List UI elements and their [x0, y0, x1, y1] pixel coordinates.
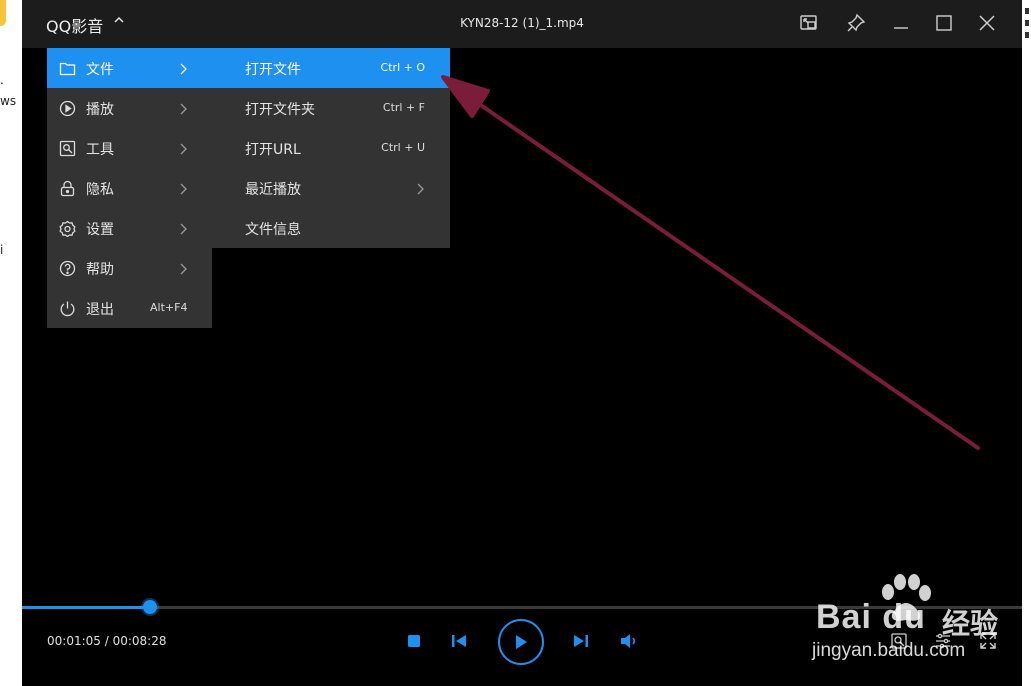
- submenu-item-open-file[interactable]: 打开文件 Ctrl + O: [212, 48, 450, 88]
- submenu-item-label: 最近播放: [245, 182, 301, 198]
- lock-icon: [59, 180, 76, 197]
- submenu-item-label: 文件信息: [245, 222, 301, 238]
- baidu-jingyan-watermark: Bai du 经验 jingyan.baidu.com: [792, 570, 1031, 670]
- menu-item-help[interactable]: 帮助: [47, 248, 212, 288]
- next-icon[interactable]: [571, 631, 591, 651]
- submenu-item-label: 打开URL: [245, 142, 301, 158]
- menu-item-label: 退出: [86, 302, 114, 318]
- desktop-label-fragment: ws: [0, 94, 17, 108]
- progress-fill: [22, 606, 150, 609]
- gear-icon: [59, 220, 76, 238]
- previous-icon[interactable]: [449, 631, 469, 651]
- chevron-right-icon: [178, 101, 188, 115]
- time-display: 00:01:05 / 00:08:28: [47, 634, 167, 648]
- desktop-background-right: [1022, 0, 1031, 686]
- submenu-item-shortcut: Ctrl + F: [382, 101, 425, 114]
- tools-icon: [59, 140, 76, 157]
- folder-icon: [59, 60, 76, 77]
- submenu-item-label: 打开文件: [245, 62, 301, 78]
- desktop-folder-icon[interactable]: [0, 0, 6, 26]
- chevron-right-icon: [415, 181, 425, 195]
- menu-item-play[interactable]: 播放: [47, 88, 212, 128]
- stop-icon[interactable]: [404, 631, 424, 651]
- submenu-item-open-url[interactable]: 打开URL Ctrl + U: [212, 128, 450, 168]
- submenu-item-recent[interactable]: 最近播放: [212, 168, 450, 208]
- file-submenu: 打开文件 Ctrl + O 打开文件夹 Ctrl + F 打开URL Ctrl …: [212, 48, 450, 248]
- chevron-right-icon: [178, 221, 188, 235]
- desktop-fragment: [1025, 8, 1029, 14]
- desktop-background: . ws i: [0, 0, 22, 686]
- title-bar[interactable]: QQ影音 KYN28-12 (1)_1.mp4: [22, 0, 1022, 48]
- menu-item-label: 工具: [86, 142, 114, 158]
- desktop-label-fragment: i: [0, 243, 4, 257]
- power-icon: [59, 300, 76, 317]
- chevron-right-icon: [178, 141, 188, 155]
- progress-handle[interactable]: [143, 600, 157, 614]
- desktop-fragment: [1025, 32, 1029, 38]
- menu-item-exit[interactable]: 退出 Alt+F4: [47, 288, 212, 328]
- player-window: QQ影音 KYN28-12 (1)_1.mp4 文件 播放 工具 隐私 设置 帮…: [22, 0, 1022, 686]
- submenu-item-file-info[interactable]: 文件信息: [212, 208, 450, 248]
- desktop-fragment: [1025, 20, 1029, 26]
- chevron-right-icon: [178, 181, 188, 195]
- mini-player-icon[interactable]: [796, 10, 822, 36]
- equalizer-icon[interactable]: [932, 630, 954, 652]
- menu-item-privacy[interactable]: 隐私: [47, 168, 212, 208]
- desktop-label-fragment: .: [0, 73, 4, 87]
- submenu-item-label: 打开文件夹: [245, 102, 315, 118]
- menu-item-label: 播放: [86, 102, 114, 118]
- fullscreen-icon[interactable]: [977, 630, 999, 652]
- menu-item-label: 帮助: [86, 262, 114, 278]
- screenshot-icon[interactable]: [888, 630, 910, 652]
- submenu-item-open-folder[interactable]: 打开文件夹 Ctrl + F: [212, 88, 450, 128]
- close-icon[interactable]: [974, 10, 1000, 36]
- menu-item-label: 设置: [86, 222, 114, 238]
- menu-item-file[interactable]: 文件: [47, 48, 212, 88]
- progress-bar[interactable]: [22, 600, 1022, 614]
- menu-item-tools[interactable]: 工具: [47, 128, 212, 168]
- volume-icon[interactable]: [619, 631, 641, 651]
- chevron-right-icon: [178, 261, 188, 275]
- submenu-item-shortcut: Ctrl + O: [380, 61, 425, 74]
- minimize-icon[interactable]: [888, 10, 914, 36]
- paw-logo-icon: [882, 574, 931, 621]
- main-menu: 文件 播放 工具 隐私 设置 帮助 退出 Alt+F4: [47, 48, 212, 328]
- menu-item-shortcut: Alt+F4: [150, 301, 188, 314]
- play-icon[interactable]: [498, 619, 544, 665]
- pin-icon[interactable]: [843, 10, 869, 36]
- chevron-right-icon: [178, 61, 188, 75]
- submenu-item-shortcut: Ctrl + U: [381, 141, 425, 154]
- play-circle-icon: [59, 100, 76, 117]
- menu-item-settings[interactable]: 设置: [47, 208, 212, 248]
- menu-item-label: 隐私: [86, 182, 114, 198]
- help-icon: [59, 260, 76, 277]
- menu-item-label: 文件: [86, 62, 114, 78]
- file-name: KYN28-12 (1)_1.mp4: [460, 16, 584, 30]
- maximize-icon[interactable]: [931, 10, 957, 36]
